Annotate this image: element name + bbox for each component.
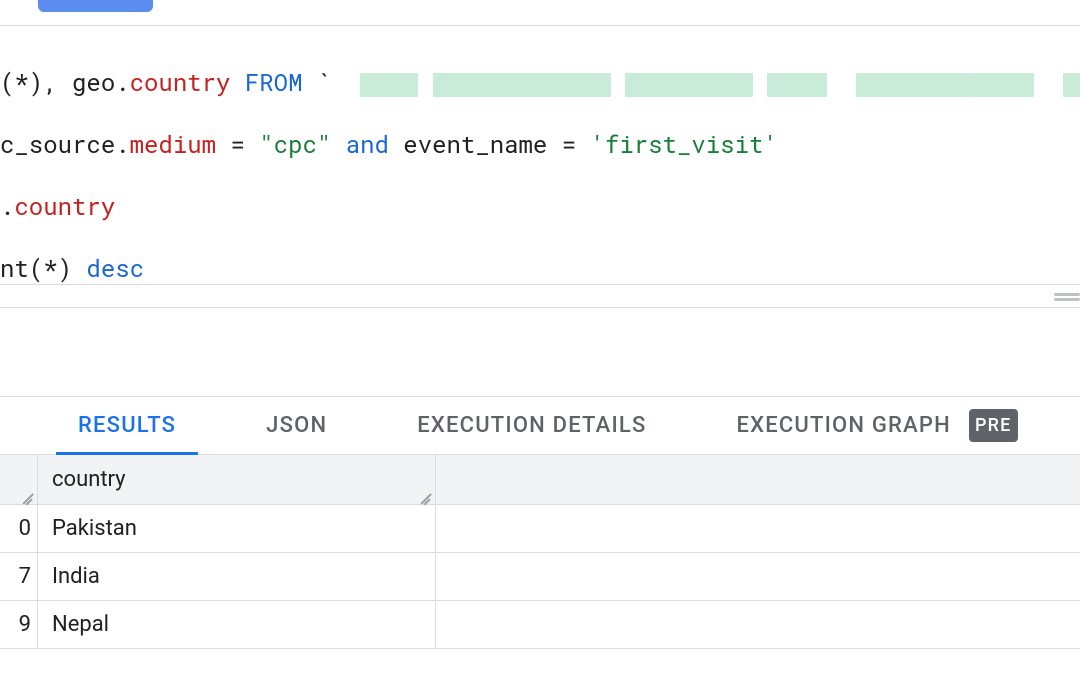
cell-empty	[436, 601, 1080, 648]
column-header-index[interactable]	[0, 455, 38, 504]
top-toolbar	[0, 0, 1080, 26]
cell-country: India	[38, 553, 436, 600]
preview-badge: PRE	[969, 409, 1018, 442]
column-header-country[interactable]: country	[38, 455, 436, 504]
table-row[interactable]: 7 India	[0, 553, 1080, 601]
cell-index: 0	[0, 505, 38, 552]
cell-index: 9	[0, 601, 38, 648]
grip-icon	[1054, 293, 1080, 301]
tab-json[interactable]: JSON	[266, 397, 327, 455]
resize-icon	[21, 488, 35, 502]
tab-results[interactable]: RESULTS	[78, 397, 176, 455]
cell-empty	[436, 553, 1080, 600]
table-row[interactable]: 9 Nepal	[0, 601, 1080, 649]
pane-resize-handle[interactable]	[0, 284, 1080, 308]
results-tabs: RESULTS JSON EXECUTION DETAILS EXECUTION…	[0, 396, 1080, 454]
cell-index: 7	[0, 553, 38, 600]
tab-exec-graph[interactable]: EXECUTION GRAPH	[736, 397, 950, 455]
results-header-gap	[0, 308, 1080, 396]
sql-editor[interactable]: (*), geo.country FROM ` c_source.medium …	[0, 26, 1080, 284]
cell-country: Nepal	[38, 601, 436, 648]
results-table: country 0 Pakistan 7 India 9 Nepal	[0, 454, 1080, 649]
run-button[interactable]	[38, 0, 153, 12]
cell-empty	[436, 505, 1080, 552]
resize-icon	[419, 488, 433, 502]
column-header-label: country	[52, 467, 126, 492]
table-header-row: country	[0, 455, 1080, 505]
table-row[interactable]: 0 Pakistan	[0, 505, 1080, 553]
column-header-empty	[436, 455, 1080, 504]
cell-country: Pakistan	[38, 505, 436, 552]
tab-exec-details[interactable]: EXECUTION DETAILS	[417, 397, 646, 455]
